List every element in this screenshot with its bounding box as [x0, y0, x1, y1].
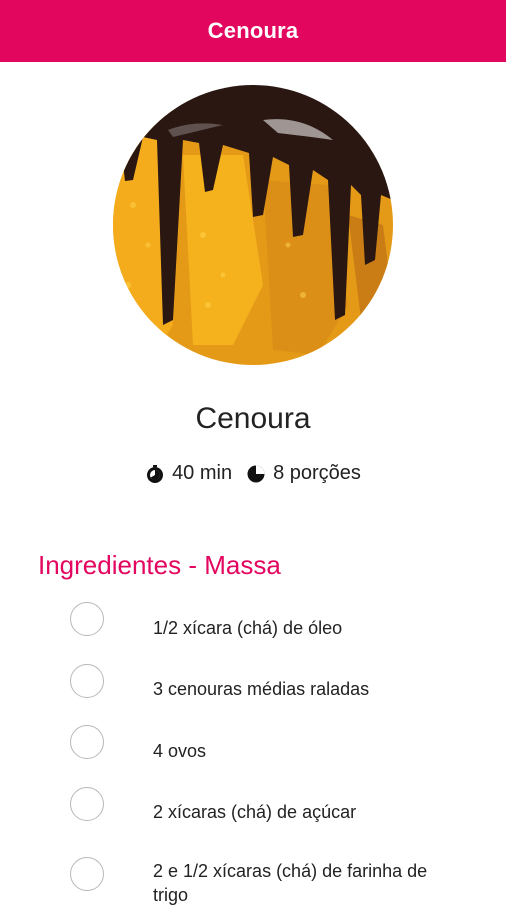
ingredient-checkbox[interactable]: [70, 664, 104, 698]
ingredient-label: 1/2 xícara (chá) de óleo: [153, 618, 343, 638]
ingredient-checkbox[interactable]: [70, 725, 104, 759]
timer-icon: [147, 464, 164, 483]
top-app-bar: Cenoura: [0, 0, 506, 62]
recipe-meta: 40 min 8 porções: [0, 462, 506, 485]
recipe-photo: [113, 85, 393, 365]
servings-text: 8 porções: [273, 462, 361, 484]
time-info: 40 min: [145, 462, 232, 485]
ingredient-label: 2 xícaras (chá) de açúcar: [153, 802, 357, 822]
time-text: 40 min: [172, 462, 233, 484]
carrot-cake-photo: [113, 85, 393, 365]
ingredients-section-title: Ingredientes - Massa: [38, 550, 281, 580]
ingredient-checkbox[interactable]: [70, 857, 104, 891]
ingredient-checkbox[interactable]: [70, 787, 104, 821]
recipe-title: Cenoura: [195, 402, 311, 435]
page-title: Cenoura: [207, 18, 299, 43]
ingredient-label: 3 cenouras médias raladas: [153, 679, 370, 699]
ingredient-label: 4 ovos: [153, 741, 207, 761]
ingredient-checkbox[interactable]: [70, 602, 104, 636]
servings-info: 8 porções: [246, 462, 361, 485]
pie-icon: [247, 465, 265, 482]
